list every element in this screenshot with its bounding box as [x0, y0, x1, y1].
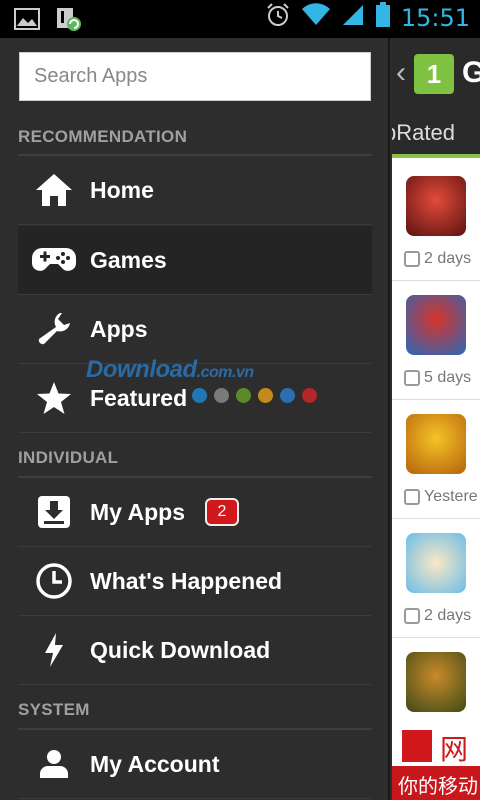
- page-dot: [258, 388, 273, 403]
- alarm-icon: [265, 2, 291, 33]
- status-time: 15:51: [400, 3, 470, 32]
- ad-subtitle: 你的移动: [398, 774, 478, 798]
- navigation-drawer: RECOMMENDATION Home Games Apps Featured …: [0, 38, 388, 800]
- clock-icon: [404, 251, 420, 267]
- watermark: Download.com.vn: [86, 356, 254, 384]
- list-item[interactable]: 2 days: [392, 162, 480, 281]
- star-icon: [18, 364, 90, 433]
- app-update-icon: [56, 6, 82, 37]
- search-box[interactable]: [19, 52, 371, 101]
- wifi-icon: [301, 3, 331, 32]
- tab-bar: pRated: [392, 110, 480, 158]
- clock-icon: [404, 370, 420, 386]
- list-item[interactable]: 2 days: [392, 519, 480, 638]
- list-item[interactable]: Yestere: [392, 400, 480, 519]
- page-dot: [192, 388, 207, 403]
- page-dot: [302, 388, 317, 403]
- item-meta: 2 days: [404, 607, 471, 625]
- lightning-icon: [18, 616, 90, 685]
- page-dot: [214, 388, 229, 403]
- ad-top: 网易: [392, 726, 480, 800]
- drawer-item-apps[interactable]: Apps: [18, 295, 372, 364]
- search-input[interactable]: [20, 53, 370, 100]
- drawer-item-label: Home: [90, 176, 154, 203]
- app-thumbnail: [406, 295, 466, 355]
- watermark-main: Download: [86, 356, 197, 383]
- battery-icon: [375, 2, 391, 33]
- drawer-item-my-account[interactable]: My Account: [18, 730, 372, 799]
- item-time: 5 days: [424, 369, 472, 386]
- clock-icon: [404, 608, 420, 624]
- section-title-system: SYSTEM: [18, 700, 90, 719]
- item-time: Yestere: [424, 488, 478, 505]
- status-bar: 15:51: [0, 0, 480, 38]
- item-meta: 5 days: [404, 369, 471, 387]
- drawer-item-quick-download[interactable]: Quick Download: [18, 616, 372, 685]
- action-bar-title: G: [462, 56, 480, 89]
- notification-badge: 2: [205, 498, 239, 526]
- ad-logo: [402, 730, 432, 762]
- drawer-item-my-apps[interactable]: My Apps 2: [18, 478, 372, 547]
- item-time: 2 days: [424, 607, 472, 624]
- drawer-item-label: Featured: [90, 384, 188, 411]
- tab-top-rated[interactable]: pRated: [392, 120, 455, 146]
- drawer-item-games[interactable]: Games: [18, 226, 372, 295]
- drawer-item-label: My Apps: [90, 498, 185, 525]
- item-time: 2 days: [424, 250, 472, 267]
- drawer-item-whats-happened[interactable]: What's Happened: [18, 547, 372, 616]
- content-panel: ‹ 1 G pRated 2 days 5 days Yestere 2 day…: [392, 38, 480, 800]
- page-indicator-dots: [192, 388, 317, 403]
- drawer-item-label: My Account: [90, 750, 220, 777]
- action-bar: ‹ 1 G: [392, 38, 480, 110]
- page-dot: [280, 388, 295, 403]
- drawer-item-label: Games: [90, 246, 167, 273]
- chevron-left-icon[interactable]: ‹: [396, 56, 406, 90]
- app-logo[interactable]: 1: [414, 54, 454, 94]
- list-item[interactable]: 5 days: [392, 281, 480, 400]
- drawer-item-label: What's Happened: [90, 567, 283, 594]
- section-title-recommendation: RECOMMENDATION: [18, 127, 188, 146]
- app-thumbnail: [406, 533, 466, 593]
- clock-icon: [404, 489, 420, 505]
- section-title-individual: INDIVIDUAL: [18, 448, 119, 467]
- home-icon: [18, 156, 90, 225]
- clock-icon: [18, 547, 90, 616]
- item-meta: Yestere: [404, 488, 478, 506]
- ad-banner[interactable]: 网易 你的移动: [392, 726, 480, 800]
- drawer-item-label: Apps: [90, 315, 148, 342]
- signal-icon: [341, 3, 365, 32]
- app-thumbnail: [406, 176, 466, 236]
- page-dot: [236, 388, 251, 403]
- drawer-item-label: Quick Download: [90, 636, 271, 663]
- image-icon: [14, 8, 40, 35]
- wrench-icon: [18, 295, 90, 364]
- watermark-suffix: .com.vn: [196, 364, 254, 381]
- gamepad-icon: [18, 226, 90, 295]
- drawer-item-home[interactable]: Home: [18, 156, 372, 225]
- app-thumbnail: [406, 414, 466, 474]
- item-meta: 2 days: [404, 250, 471, 268]
- app-thumbnail: [406, 652, 466, 712]
- person-icon: [18, 730, 90, 799]
- download-icon: [18, 478, 90, 547]
